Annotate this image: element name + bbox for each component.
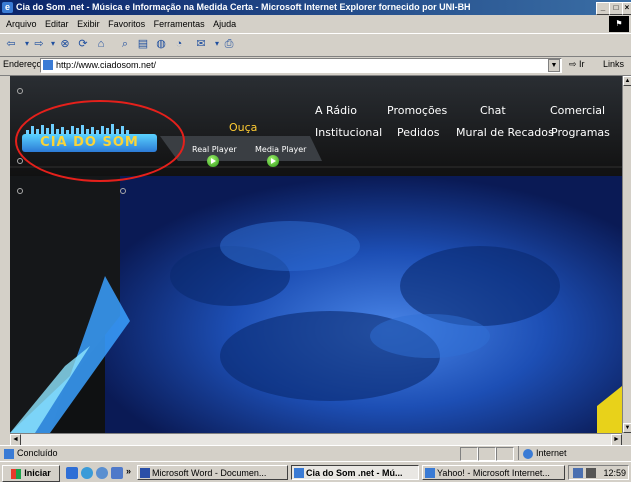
address-dropdown-icon[interactable]: ▼ — [548, 59, 560, 72]
forward-icon[interactable]: ⇨ — [32, 37, 46, 51]
ie-task-icon — [294, 468, 304, 478]
decor-dot — [120, 188, 126, 194]
nav-programas[interactable]: Programas — [551, 126, 610, 139]
toolbar: ⇦ ▾ ⇨ ▾ ⊗ ⟳ ⌂ ⌕ ▤ ◍ ◔ ✉ ▾ ⎙ — [0, 33, 631, 57]
windows-logo-icon: ⚑ — [609, 16, 629, 32]
web-page: CIA DO SOM A Rádio Promoções Chat Comerc… — [10, 76, 622, 433]
start-button[interactable]: Iniciar — [2, 465, 60, 482]
show-desktop-icon[interactable] — [66, 467, 78, 479]
minimize-button[interactable]: _ — [596, 2, 610, 15]
decor-dot — [17, 88, 23, 94]
windows-flag-icon — [11, 468, 22, 479]
vertical-scrollbar[interactable]: ▲ ▼ — [622, 76, 631, 433]
task-yahoo-label: Yahoo! - Microsoft Internet... — [437, 468, 550, 478]
page-icon — [43, 60, 53, 70]
nav-institucional[interactable]: Institucional — [315, 126, 382, 139]
maximize-button[interactable]: □ — [609, 2, 623, 15]
ie-task-icon — [425, 468, 435, 478]
address-bar: Endereço http://www.ciadosom.net/ ▼ ⇨ Ir… — [0, 56, 631, 76]
system-tray: 12:59 — [568, 465, 629, 480]
address-label: Endereço — [3, 59, 42, 69]
go-label: Ir — [579, 59, 585, 69]
task-word-label: Microsoft Word - Documen... — [152, 468, 267, 478]
task-word[interactable]: Microsoft Word - Documen... — [137, 465, 288, 480]
real-player-play-icon[interactable] — [207, 155, 219, 167]
annotation-circle — [15, 100, 185, 182]
status-cell — [478, 447, 496, 461]
nav-pedidos[interactable]: Pedidos — [397, 126, 440, 139]
title-bar: e Cia do Som .net - Música e Informação n… — [0, 0, 631, 15]
nav-a-radio[interactable]: A Rádio — [315, 104, 357, 117]
scroll-down-icon[interactable]: ▼ — [623, 423, 631, 433]
ie-quicklaunch-icon[interactable] — [81, 467, 93, 479]
address-input[interactable]: http://www.ciadosom.net/ — [40, 58, 562, 73]
search-icon[interactable]: ⌕ — [118, 37, 132, 51]
taskbar: Iniciar » Microsoft Word - Documen... Ci… — [0, 461, 631, 482]
media-icon[interactable]: ◍ — [154, 37, 168, 51]
menu-ferramentas[interactable]: Ferramentas — [154, 19, 205, 29]
task-yahoo[interactable]: Yahoo! - Microsoft Internet... — [422, 465, 565, 480]
menu-exibir[interactable]: Exibir — [77, 19, 100, 29]
nav-promocoes[interactable]: Promoções — [387, 104, 447, 117]
links-button[interactable]: Links — [603, 59, 624, 69]
media-player-play-icon[interactable] — [267, 155, 279, 167]
media-player-label[interactable]: Media Player — [255, 145, 306, 154]
listen-label: Ouça — [229, 121, 258, 134]
go-button[interactable]: ⇨ Ir — [569, 59, 585, 70]
status-cell — [496, 447, 514, 461]
window-title: Cia do Som .net - Música e Informação na… — [16, 2, 471, 12]
nav-chat[interactable]: Chat — [480, 104, 506, 117]
tray-network-icon[interactable] — [573, 468, 583, 478]
ie-icon: e — [2, 2, 13, 13]
tray-speaker-icon[interactable] — [586, 468, 596, 478]
task-ie-ciadosom[interactable]: Cia do Som .net - Mú... — [291, 465, 419, 480]
refresh-icon[interactable]: ⟳ — [76, 37, 90, 51]
clock[interactable]: 12:59 — [603, 468, 626, 478]
back-icon[interactable]: ⇦ — [4, 37, 18, 51]
globe-icon — [523, 448, 533, 459]
status-text: Concluído — [17, 448, 58, 458]
print-icon[interactable]: ⎙ — [222, 37, 236, 51]
status-cell — [460, 447, 478, 461]
real-player-label[interactable]: Real Player — [192, 145, 237, 154]
menu-ajuda[interactable]: Ajuda — [213, 19, 236, 29]
close-button[interactable]: × — [622, 2, 631, 15]
nav-mural-de-recados[interactable]: Mural de Recados — [456, 126, 554, 139]
zone-label: Internet — [536, 448, 567, 458]
scroll-up-icon[interactable]: ▲ — [623, 76, 631, 86]
favorites-icon[interactable]: ▤ — [136, 37, 150, 51]
menu-favoritos[interactable]: Favoritos — [108, 19, 145, 29]
status-bar: Concluído Internet — [0, 445, 631, 461]
window-left-edge — [0, 76, 10, 445]
outlook-quicklaunch-icon[interactable] — [96, 467, 108, 479]
history-icon[interactable]: ◔ — [172, 37, 186, 51]
mail-icon[interactable]: ✉ — [194, 37, 208, 51]
home-icon[interactable]: ⌂ — [94, 37, 108, 51]
menu-bar: Arquivo Editar Exibir Favoritos Ferramen… — [0, 16, 631, 32]
word-icon — [140, 468, 150, 478]
address-url: http://www.ciadosom.net/ — [56, 60, 157, 70]
nav-comercial[interactable]: Comercial — [550, 104, 605, 117]
decor-dot — [17, 188, 23, 194]
menu-arquivo[interactable]: Arquivo — [6, 19, 37, 29]
browser-window: e Cia do Som .net - Música e Informação n… — [0, 0, 631, 482]
start-label: Iniciar — [24, 468, 51, 478]
quicklaunch-more[interactable]: » — [126, 466, 131, 476]
security-zone: Internet — [518, 446, 629, 460]
media-quicklaunch-icon[interactable] — [111, 467, 123, 479]
stop-icon[interactable]: ⊗ — [58, 37, 72, 51]
menu-editar[interactable]: Editar — [45, 19, 69, 29]
page-done-icon — [4, 448, 14, 459]
task-ie-label: Cia do Som .net - Mú... — [306, 468, 403, 478]
